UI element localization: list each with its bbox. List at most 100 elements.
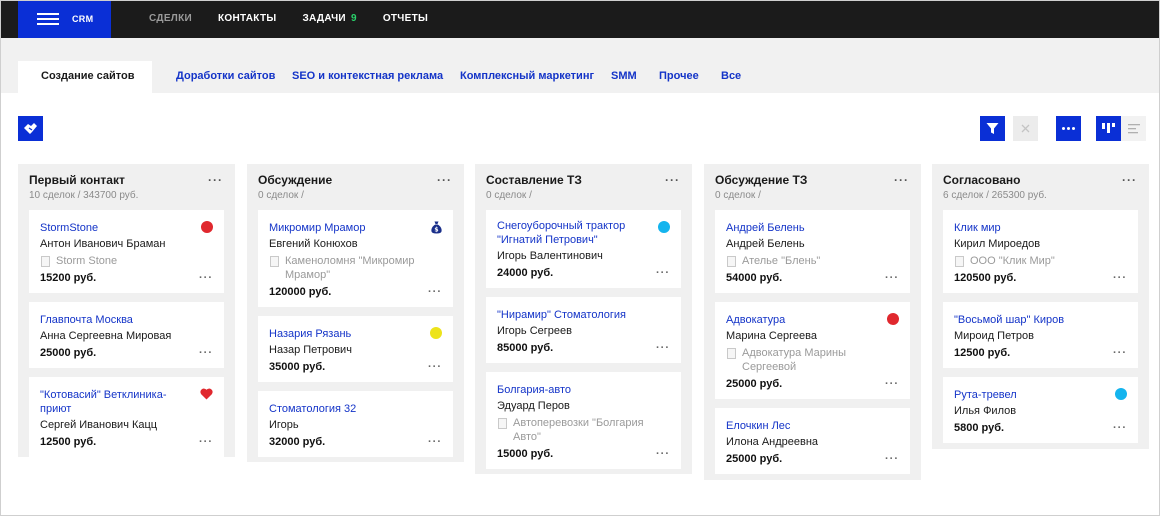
stage-column-first-contact: Первый контакт 10 сделок / 343700 руб. ·… (18, 164, 235, 457)
stage-summary: 0 сделок / (715, 190, 761, 201)
deal-amount: 120000 руб. (269, 286, 332, 298)
tab-all[interactable]: Все (721, 61, 741, 93)
card-menu-icon[interactable]: ··· (1113, 272, 1127, 284)
deal-contact: Сергей Иванович Кацц (40, 419, 158, 431)
deal-contact: Марина Сергеева (726, 330, 817, 342)
card-menu-icon[interactable]: ··· (428, 361, 442, 373)
deal-card[interactable]: Клик мир Кирил Мироедов ООО "Клик Мир" 1… (943, 210, 1138, 293)
deal-card[interactable]: Адвокатура Марина Сергеева Адвокатура Ма… (715, 302, 910, 399)
deal-amount: 54000 руб. (726, 272, 783, 284)
stage-title: Обсуждение (258, 173, 333, 187)
deal-contact: Эдуард Перов (497, 400, 570, 412)
stage-column-discussion: Обсуждение 0 сделок / ··· Микромир Мрамо… (247, 164, 464, 462)
deal-card[interactable]: Стоматология 32 Игорь 32000 руб. ··· (258, 391, 453, 457)
deal-amount: 25000 руб. (40, 347, 97, 359)
nav-reports[interactable]: ОТЧЕТЫ (383, 13, 428, 24)
deal-amount: 25000 руб. (726, 453, 783, 465)
clear-filter-button[interactable] (1013, 116, 1038, 141)
nav-contacts[interactable]: КОНТАКТЫ (218, 13, 276, 24)
deal-card[interactable]: Рута-тревел Илья Филов 5800 руб. ··· (943, 377, 1138, 443)
stage-menu-icon[interactable]: ··· (665, 173, 680, 187)
card-menu-icon[interactable]: ··· (1113, 347, 1127, 359)
deal-amount: 15000 руб. (497, 448, 554, 460)
card-menu-icon[interactable]: ··· (656, 448, 670, 460)
card-menu-icon[interactable]: ··· (428, 286, 442, 298)
view-list-button[interactable] (1121, 116, 1146, 141)
card-menu-icon[interactable]: ··· (199, 272, 213, 284)
deal-title[interactable]: Главпочта Москва (40, 313, 213, 327)
building-icon (270, 256, 279, 267)
nav-deals[interactable]: СДЕЛКИ (149, 13, 192, 24)
deal-handshake-button[interactable] (18, 116, 43, 141)
card-menu-icon[interactable]: ··· (199, 436, 213, 448)
brand-menu-button[interactable]: CRM (18, 1, 111, 38)
stage-menu-icon[interactable]: ··· (894, 173, 909, 187)
deal-title[interactable]: "Нирамир" Стоматология (497, 308, 670, 322)
view-kanban-button[interactable] (1096, 116, 1121, 141)
deal-card[interactable]: Микромир Мрамор Евгений Конюхов Каменоло… (258, 210, 453, 307)
deal-title[interactable]: Андрей Белень (726, 221, 899, 235)
tab-site-improvements[interactable]: Доработки сайтов (176, 61, 275, 93)
deal-card[interactable]: Снегоуборочный трактор "Игнатий Петрович… (486, 210, 681, 288)
deal-card[interactable]: Болгария-авто Эдуард Перов Автоперевозки… (486, 372, 681, 469)
tab-smm[interactable]: SMM (611, 61, 637, 93)
deal-title[interactable]: Елочкин Лес (726, 419, 899, 433)
stage-menu-icon[interactable]: ··· (1122, 173, 1137, 187)
deal-title[interactable]: Микромир Мрамор (269, 221, 442, 235)
tab-complex-marketing[interactable]: Комплексный маркетинг (460, 61, 594, 93)
deal-card[interactable]: "Нирамир" Стоматология Игорь Сегреев 850… (486, 297, 681, 363)
deal-title[interactable]: Рута-тревел (954, 388, 1127, 402)
stage-title: Составление ТЗ (486, 173, 582, 187)
deal-title[interactable]: "Котовасий" Ветклиника-приют (40, 388, 213, 416)
card-menu-icon[interactable]: ··· (885, 453, 899, 465)
filter-button[interactable] (980, 116, 1005, 141)
building-icon (727, 256, 736, 267)
top-nav: СДЕЛКИ КОНТАКТЫ ЗАДАЧИ 9 ОТЧЕТЫ (149, 13, 454, 24)
deal-amount: 15200 руб. (40, 272, 97, 284)
card-menu-icon[interactable]: ··· (656, 342, 670, 354)
deal-amount: 12500 руб. (954, 347, 1011, 359)
card-menu-icon[interactable]: ··· (656, 267, 670, 279)
deal-amount: 5800 руб. (954, 422, 1005, 434)
red-dot-icon (201, 221, 213, 233)
card-menu-icon[interactable]: ··· (885, 272, 899, 284)
deal-title[interactable]: Назария Рязань (269, 327, 442, 341)
deal-card[interactable]: Главпочта Москва Анна Сергеевна Мировая … (29, 302, 224, 368)
card-menu-icon[interactable]: ··· (428, 436, 442, 448)
tab-other[interactable]: Прочее (659, 61, 699, 93)
deal-title[interactable]: "Восьмой шар" Киров (954, 313, 1127, 327)
deal-card[interactable]: Назария Рязань Назар Петрович 35000 руб.… (258, 316, 453, 382)
deal-title[interactable]: Стоматология 32 (269, 402, 442, 416)
stage-menu-icon[interactable]: ··· (437, 173, 452, 187)
card-menu-icon[interactable]: ··· (199, 347, 213, 359)
tasks-count-badge: 9 (350, 13, 357, 24)
deal-contact: Назар Петрович (269, 344, 352, 356)
stage-summary: 0 сделок / (258, 190, 304, 201)
stage-title: Согласовано (943, 173, 1021, 187)
deal-title[interactable]: Болгария-авто (497, 383, 670, 397)
close-icon (1021, 124, 1030, 133)
nav-tasks[interactable]: ЗАДАЧИ 9 (302, 13, 356, 24)
deal-title[interactable]: StormStone (40, 221, 213, 235)
deal-amount: 12500 руб. (40, 436, 97, 448)
card-menu-icon[interactable]: ··· (885, 378, 899, 390)
deal-card[interactable]: Андрей Белень Андрей Белень Ателье "Блен… (715, 210, 910, 293)
deal-title[interactable]: Адвокатура (726, 313, 899, 327)
stage-title: Обсуждение ТЗ (715, 173, 808, 187)
deal-card[interactable]: Елочкин Лес Илона Андреевна 25000 руб. ·… (715, 408, 910, 474)
pipeline-tabs: Создание сайтов Доработки сайтов SEO и к… (1, 38, 1159, 93)
stage-summary: 0 сделок / (486, 190, 532, 201)
more-actions-button[interactable] (1056, 116, 1081, 141)
kanban-view-icon (1102, 122, 1115, 133)
deal-card[interactable]: "Котовасий" Ветклиника-приют Сергей Иван… (29, 377, 224, 457)
deal-contact: Игорь Валентинович (497, 250, 603, 262)
stage-menu-icon[interactable]: ··· (208, 173, 223, 187)
tab-seo[interactable]: SEO и контекстная реклама (292, 61, 443, 93)
tab-active[interactable]: Создание сайтов (18, 61, 152, 93)
building-icon (955, 256, 964, 267)
deal-card[interactable]: "Восьмой шар" Киров Мироид Петров 12500 … (943, 302, 1138, 368)
deal-title[interactable]: Снегоуборочный трактор "Игнатий Петрович… (497, 219, 670, 247)
deal-title[interactable]: Клик мир (954, 221, 1127, 235)
deal-card[interactable]: StormStone Антон Иванович Браман Storm S… (29, 210, 224, 293)
card-menu-icon[interactable]: ··· (1113, 422, 1127, 434)
